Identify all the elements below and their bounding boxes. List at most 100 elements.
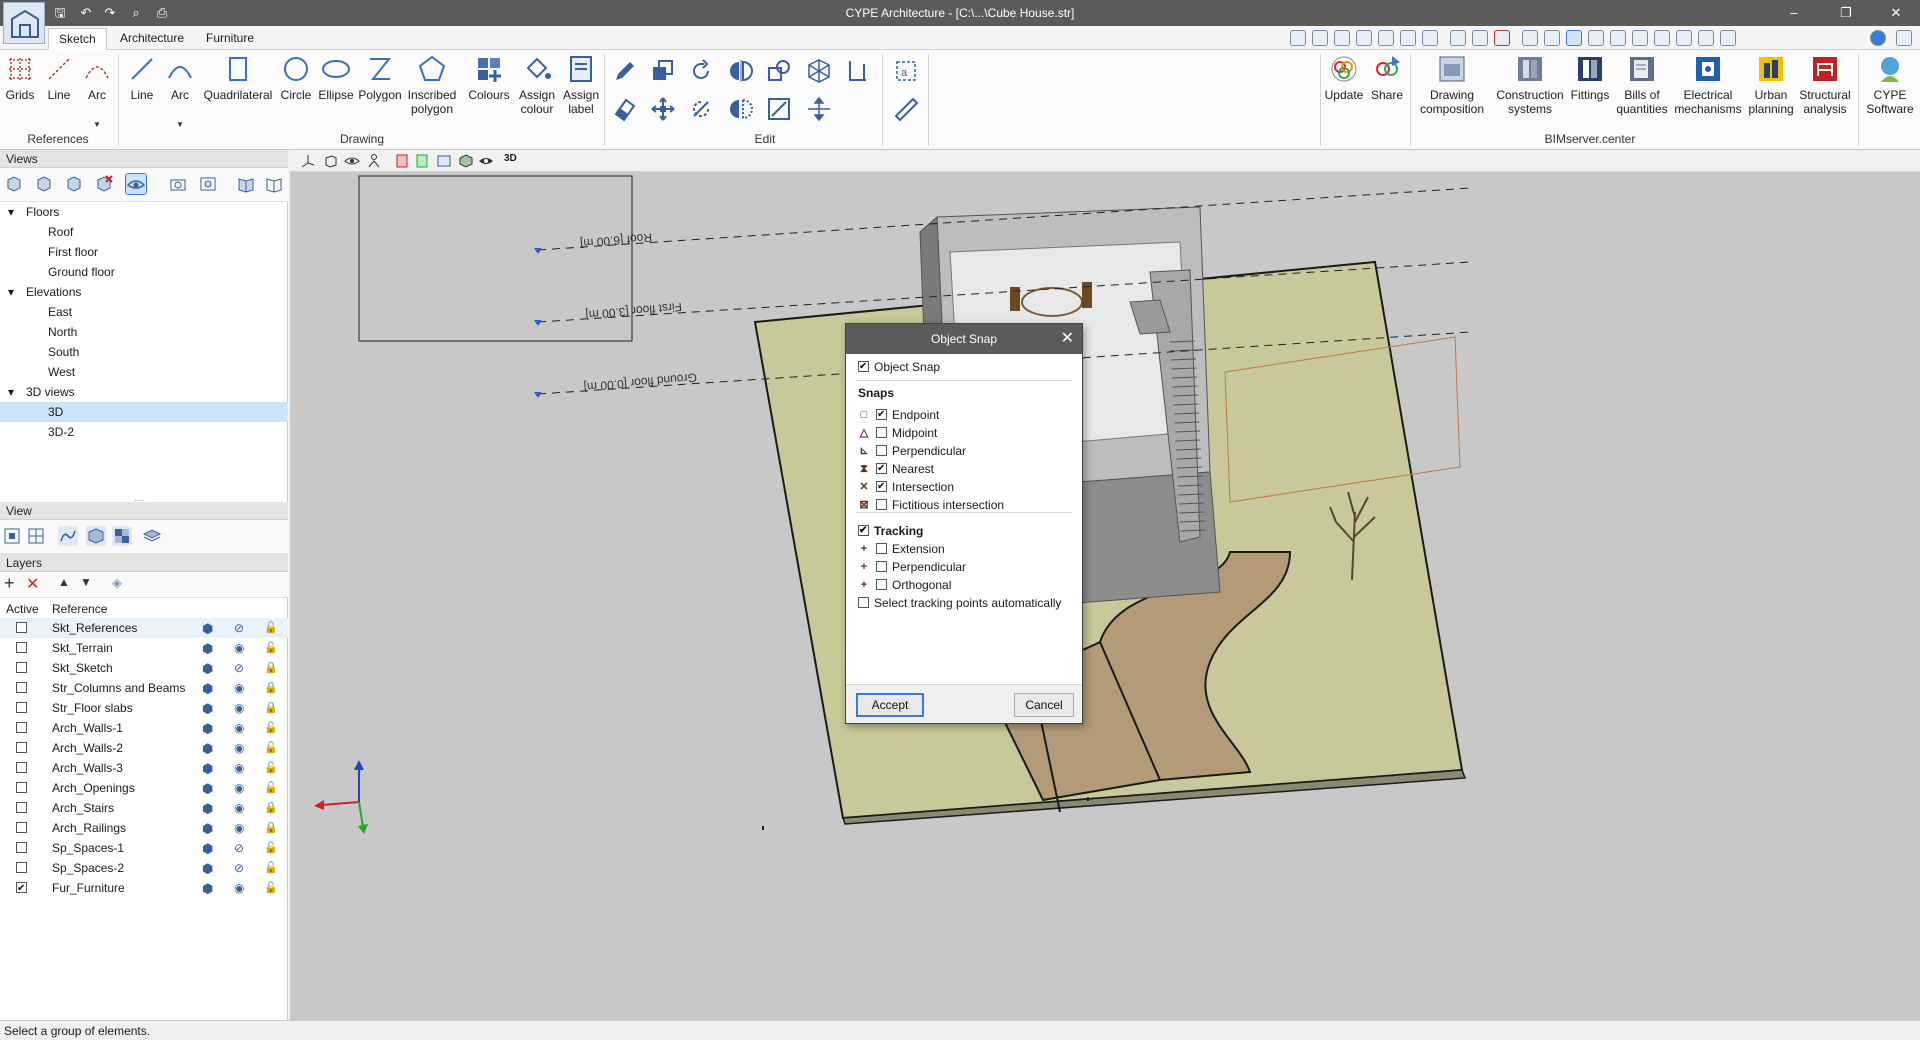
layer-active-checkbox[interactable] xyxy=(16,782,27,793)
help-icon[interactable] xyxy=(1896,30,1912,46)
layer-row[interactable]: Str_Floor slabs ⬢ ◉ 🔒 xyxy=(0,698,288,718)
layer-properties-icon[interactable]: ◈ xyxy=(112,575,122,591)
assign-label-button[interactable]: Assign label xyxy=(560,54,602,116)
restore-icon[interactable]: ❐ xyxy=(1824,0,1868,26)
layer-cube-icon[interactable]: ⬢ xyxy=(202,619,213,639)
snap-checkbox[interactable] xyxy=(876,478,887,496)
layer-cube-icon[interactable]: ⬢ xyxy=(202,879,213,899)
zoom-selection-icon[interactable] xyxy=(26,526,46,546)
move-icon[interactable] xyxy=(650,96,676,122)
draw-arc-dropdown-icon[interactable]: ▼ xyxy=(176,120,184,129)
tree-item-west[interactable]: West xyxy=(0,362,288,382)
copy-view-icon[interactable] xyxy=(64,174,84,194)
eye-icon[interactable]: ◉ xyxy=(234,698,244,718)
zoom-icon[interactable] xyxy=(1378,30,1394,46)
hatch-icon[interactable] xyxy=(1544,30,1560,46)
tracking-checkbox[interactable] xyxy=(876,579,887,590)
solid-view-icon[interactable] xyxy=(86,526,106,546)
lock-icon[interactable]: 🔒 xyxy=(264,818,278,838)
close-icon[interactable]: ✕ xyxy=(1874,0,1918,26)
dimension-line-icon[interactable] xyxy=(844,58,870,84)
construction-systems-button[interactable]: Construction systems xyxy=(1492,54,1568,116)
measure-icon[interactable] xyxy=(1698,30,1714,46)
layer-active-checkbox[interactable] xyxy=(16,722,27,733)
eye-icon[interactable]: ◉ xyxy=(234,758,244,778)
eye-icon[interactable]: ◉ xyxy=(234,878,244,898)
lock-icon[interactable]: 🔒 xyxy=(264,798,278,818)
eye-icon[interactable]: ◉ xyxy=(234,778,244,798)
layer-cube-icon[interactable]: ⬢ xyxy=(202,819,213,839)
checkbox-icon[interactable] xyxy=(858,597,869,608)
lock-icon[interactable]: 🔒 xyxy=(264,658,278,678)
unlock-icon[interactable]: 🔓 xyxy=(264,718,278,738)
ref-line-button[interactable]: Line xyxy=(42,54,76,102)
capture-icon[interactable] xyxy=(198,174,218,194)
snap-checkbox[interactable] xyxy=(876,499,887,510)
cancel-button[interactable]: Cancel xyxy=(1014,693,1074,717)
eye-slash-icon[interactable]: ⊘ xyxy=(234,618,244,638)
ruler-icon[interactable] xyxy=(893,96,919,122)
square-icon[interactable] xyxy=(1522,30,1538,46)
mirror-dashed-icon[interactable] xyxy=(728,96,754,122)
axes-icon[interactable] xyxy=(300,153,316,169)
refresh-icon[interactable] xyxy=(1356,30,1372,46)
eye-icon[interactable] xyxy=(344,153,360,169)
urban-planning-button[interactable]: Urban planning xyxy=(1748,54,1794,116)
tree-item-ground-floor[interactable]: Ground floor xyxy=(0,262,288,282)
layer-cube-icon[interactable]: ⬢ xyxy=(202,659,213,679)
lock-icon[interactable]: 🔒 xyxy=(264,678,278,698)
unlock-icon[interactable]: 🔓 xyxy=(264,758,278,778)
colours-button[interactable]: Colours xyxy=(468,54,510,102)
delete-layer-icon[interactable]: ✕ xyxy=(26,574,39,594)
layer-cube-icon[interactable]: ⬢ xyxy=(202,639,213,659)
checkbox-icon[interactable] xyxy=(858,358,869,376)
layer-row[interactable]: Str_Columns and Beams ⬢ ◉ 🔒 xyxy=(0,678,288,698)
eye-icon[interactable]: ◉ xyxy=(234,718,244,738)
align-icon[interactable] xyxy=(806,96,832,122)
orbit-icon[interactable] xyxy=(1290,30,1306,46)
unlock-icon[interactable]: 🔓 xyxy=(264,738,278,758)
unlock-icon[interactable]: 🔓 xyxy=(264,878,278,898)
snap-checkbox[interactable] xyxy=(876,445,887,456)
unlock-icon[interactable]: 🔓 xyxy=(264,778,278,798)
checkbox-icon[interactable] xyxy=(858,522,869,540)
app-logo-icon[interactable] xyxy=(3,2,45,44)
drawing-composition-button[interactable]: Drawing composition xyxy=(1412,54,1492,116)
draw-line-button[interactable]: Line xyxy=(124,54,160,102)
tree-item-east[interactable]: East xyxy=(0,302,288,322)
minimize-icon[interactable]: – xyxy=(1772,0,1816,26)
text-label-icon[interactable]: a xyxy=(893,58,919,84)
tree-item-3d[interactable]: 3D xyxy=(0,402,288,422)
unlock-icon[interactable]: 🔓 xyxy=(264,638,278,658)
tab-furniture[interactable]: Furniture xyxy=(196,28,264,50)
layer-row[interactable]: Arch_Walls-1 ⬢ ◉ 🔓 xyxy=(0,718,288,738)
layer-cube-icon[interactable]: ⬢ xyxy=(202,699,213,719)
layer-active-checkbox[interactable] xyxy=(16,662,27,673)
layer-active-checkbox[interactable] xyxy=(16,822,27,833)
quadrilateral-button[interactable]: Quadrilateral xyxy=(202,54,274,102)
tree-item-3d-2[interactable]: 3D-2 xyxy=(0,422,288,442)
layer-row[interactable]: Arch_Railings ⬢ ◉ 🔒 xyxy=(0,818,288,838)
eye-slash-icon[interactable]: ⊘ xyxy=(234,838,244,858)
circle-button[interactable]: Circle xyxy=(278,54,314,102)
structural-analysis-button[interactable]: Structural analysis xyxy=(1796,54,1854,116)
ref-arc-dropdown-icon[interactable]: ▼ xyxy=(93,120,101,129)
box-icon[interactable] xyxy=(322,153,338,169)
rotate-dashed-icon[interactable] xyxy=(688,96,714,122)
zoom-all-icon[interactable] xyxy=(1334,30,1350,46)
layer-cube-icon[interactable]: ⬢ xyxy=(202,839,213,859)
section-icon[interactable] xyxy=(394,153,410,169)
add-layer-icon[interactable]: + xyxy=(4,573,15,594)
layer-row[interactable]: Arch_Walls-3 ⬢ ◉ 🔓 xyxy=(0,758,288,778)
update-button[interactable]: Update xyxy=(1322,54,1366,102)
view-eye-icon[interactable] xyxy=(125,173,147,195)
layer-cube-icon[interactable]: ⬢ xyxy=(202,679,213,699)
pan-icon[interactable] xyxy=(1400,30,1416,46)
draw-arc-button[interactable]: Arc xyxy=(163,54,197,102)
tree-item-north[interactable]: North xyxy=(0,322,288,342)
layer-row[interactable]: Arch_Openings ⬢ ◉ 🔓 xyxy=(0,778,288,798)
camera-icon[interactable] xyxy=(168,174,188,194)
tab-architecture[interactable]: Architecture xyxy=(110,28,194,50)
eye-icon[interactable]: ◉ xyxy=(234,678,244,698)
add-view-icon[interactable] xyxy=(4,174,24,194)
